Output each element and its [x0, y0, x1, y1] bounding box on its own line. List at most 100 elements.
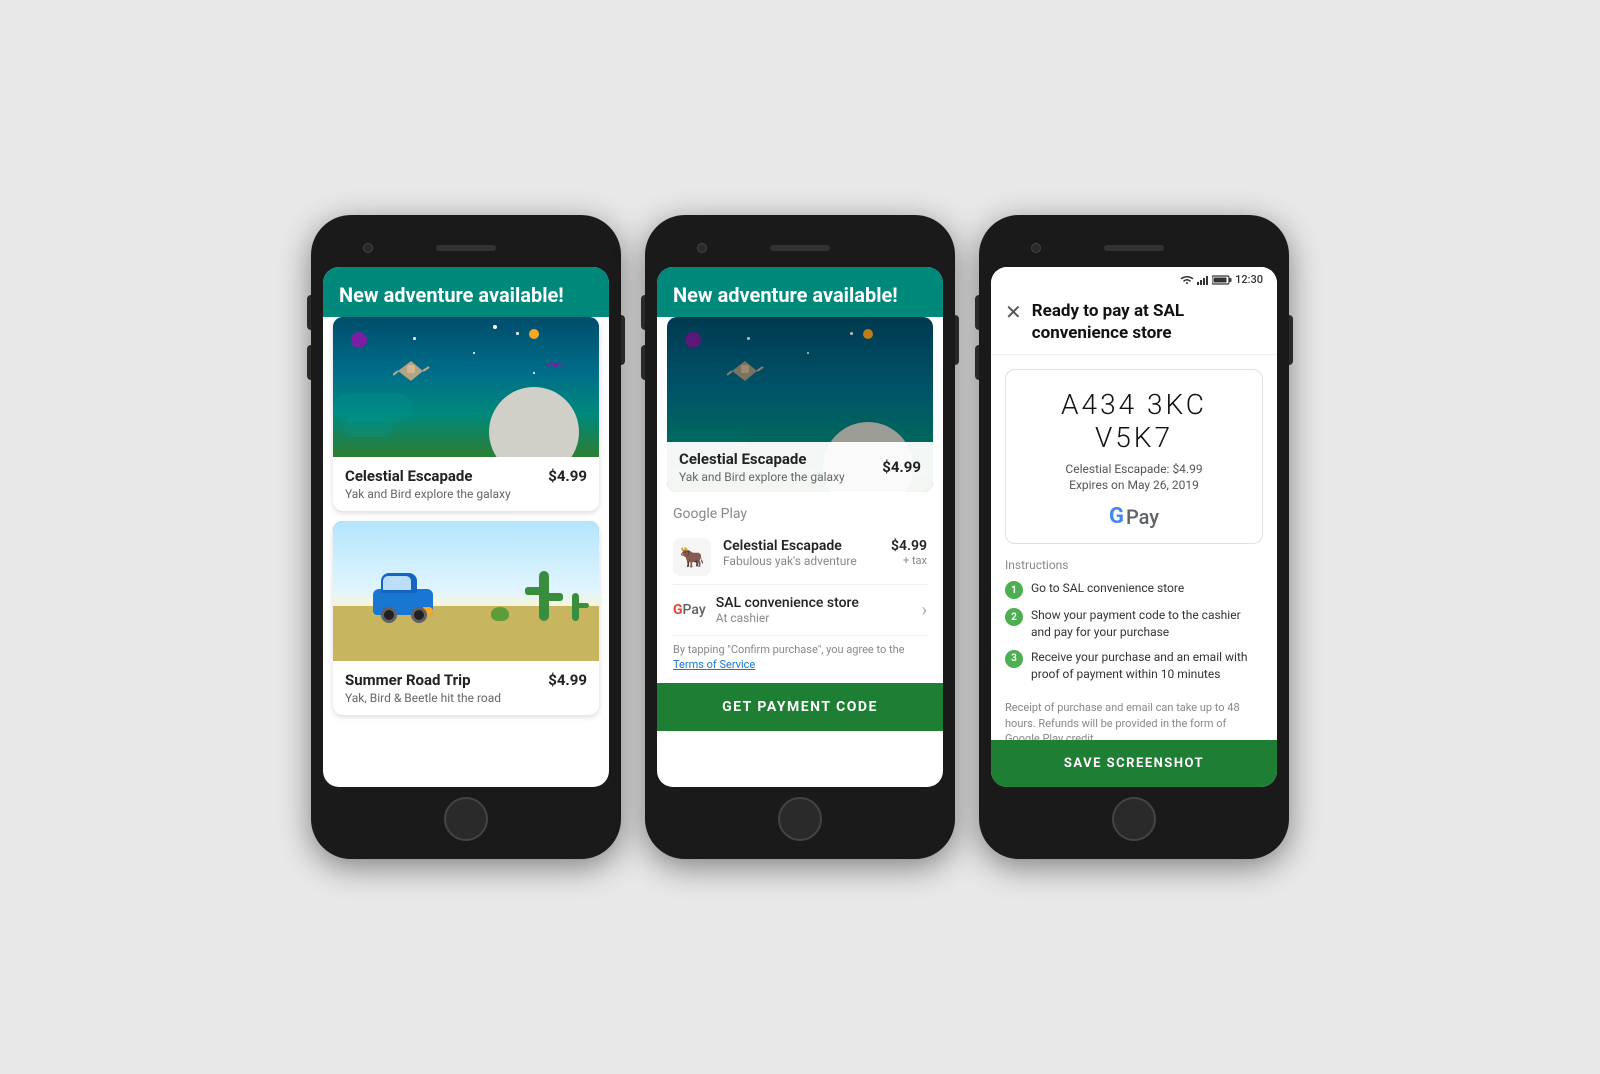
- screen2-header: New adventure available!: [657, 267, 943, 317]
- g-letter-icon: G: [673, 602, 683, 618]
- card-celestial-info: Celestial Escapade Yak and Bird explore …: [333, 457, 599, 511]
- sheet-item-sub: Fabulous yak's adventure: [723, 554, 879, 568]
- camera-icon: [363, 243, 373, 253]
- tos-link[interactable]: Terms of Service: [673, 658, 755, 671]
- code-description: Celestial Escapade: $4.99: [1020, 462, 1248, 476]
- wifi-icon: [1180, 275, 1194, 285]
- screen2-card-title: Celestial Escapade: [679, 450, 845, 468]
- card-roadtrip-info: Summer Road Trip Yak, Bird & Beetle hit …: [333, 661, 599, 715]
- star-icon: [413, 337, 416, 340]
- card-celestial-title: Celestial Escapade: [345, 467, 511, 485]
- card-roadtrip-text: Summer Road Trip Yak, Bird & Beetle hit …: [345, 671, 501, 705]
- screen1-header: New adventure available!: [323, 267, 609, 317]
- card-roadtrip-image: [333, 521, 599, 661]
- status-icons: 12:30: [1180, 273, 1263, 286]
- star-2: [807, 352, 809, 354]
- card-celestial[interactable]: Celestial Escapade Yak and Bird explore …: [333, 317, 599, 511]
- screen2-title: New adventure available!: [673, 283, 927, 307]
- yak-2: [727, 357, 765, 385]
- screen2-card-price: $4.99: [882, 458, 921, 476]
- camera-icon-3: [1031, 243, 1041, 253]
- screen3-header: ✕ Ready to pay at SAL convenience store: [991, 288, 1277, 355]
- sheet-item-tax: + tax: [891, 554, 927, 567]
- card-roadtrip-subtitle: Yak, Bird & Beetle hit the road: [345, 691, 501, 705]
- payment-code-card: A434 3KC V5K7 Celestial Escapade: $4.99 …: [1005, 369, 1263, 544]
- chevron-right-icon: ›: [922, 600, 927, 621]
- star-2: [747, 337, 750, 340]
- screen1-title: New adventure available!: [339, 283, 593, 307]
- desert-scene: [333, 521, 599, 661]
- app-icon: 🐂: [673, 538, 711, 576]
- step-1-text: Go to SAL convenience store: [1031, 580, 1184, 597]
- get-payment-code-button[interactable]: GET PAYMENT CODE: [657, 683, 943, 731]
- home-button-1[interactable]: [444, 797, 488, 841]
- phone-2-screen: New adventure available!: [657, 267, 943, 787]
- sheet-item-content: Celestial Escapade Fabulous yak's advent…: [723, 538, 879, 568]
- payment-code: A434 3KC V5K7: [1020, 388, 1248, 454]
- g-blue: G: [1109, 504, 1124, 529]
- home-btn-area-3: [991, 797, 1277, 841]
- camera-icon-2: [697, 243, 707, 253]
- star-icon: [533, 372, 535, 374]
- car-icon: [373, 589, 433, 615]
- speaker: [436, 245, 496, 251]
- step-1-badge: 1: [1005, 581, 1023, 599]
- battery-icon: [1212, 275, 1232, 285]
- phone-3-notch: [991, 233, 1277, 263]
- google-pay-logo: G Pay: [1020, 504, 1248, 529]
- sheet-item-row: 🐂 Celestial Escapade Fabulous yak's adve…: [657, 530, 943, 584]
- card-roadtrip[interactable]: Summer Road Trip Yak, Bird & Beetle hit …: [333, 521, 599, 715]
- home-btn-area-1: [323, 797, 609, 841]
- sheet-title: Google Play: [657, 492, 943, 530]
- phone-1-notch: [323, 233, 609, 263]
- phone-2-notch: [657, 233, 943, 263]
- instruction-1: 1 Go to SAL convenience store: [1005, 580, 1263, 599]
- gpay-row[interactable]: G Pay SAL convenience store At cashier ›: [657, 585, 943, 635]
- card-roadtrip-title: Summer Road Trip: [345, 671, 501, 689]
- pay-text: Pay: [683, 602, 706, 618]
- screen3-title: Ready to pay at SAL convenience store: [1032, 300, 1263, 344]
- home-button-3[interactable]: [1112, 797, 1156, 841]
- home-button-2[interactable]: [778, 797, 822, 841]
- close-button[interactable]: ✕: [1005, 302, 1022, 322]
- screen2-card[interactable]: Celestial Escapade Yak and Bird explore …: [667, 317, 933, 492]
- star-2: [850, 332, 853, 335]
- star-icon: [473, 352, 475, 354]
- planet-purple-icon: [351, 332, 367, 348]
- card-celestial-image: [333, 317, 599, 457]
- cloud-icon: [343, 417, 393, 437]
- save-screenshot-button[interactable]: SAVE SCREENSHOT: [991, 740, 1277, 787]
- sheet-item-name: Celestial Escapade: [723, 538, 879, 554]
- screen2-card-subtitle: Yak and Bird explore the galaxy: [679, 470, 845, 484]
- tos-text: By tapping "Confirm purchase", you agree…: [657, 636, 943, 683]
- cactus-icon: [572, 593, 579, 621]
- card-celestial-price: $4.99: [548, 467, 587, 485]
- step-3-text: Receive your purchase and an email with …: [1031, 649, 1263, 683]
- instructions-section: Instructions 1 Go to SAL convenience sto…: [991, 552, 1277, 696]
- bird-icon: [546, 359, 564, 373]
- bottom-sheet: Google Play 🐂 Celestial Escapade Fabulou…: [657, 492, 943, 731]
- status-time: 12:30: [1235, 273, 1263, 286]
- home-btn-area-2: [657, 797, 943, 841]
- phone-1-screen: New adventure available!: [323, 267, 609, 787]
- screen2-card-text: Celestial Escapade Yak and Bird explore …: [679, 450, 845, 484]
- g-logo-letter: G: [1109, 504, 1124, 529]
- phone-1: New adventure available!: [311, 215, 621, 859]
- moon-icon: [489, 387, 579, 457]
- screen2-card-info: Celestial Escapade Yak and Bird explore …: [667, 442, 933, 492]
- code-expiry: Expires on May 26, 2019: [1020, 478, 1248, 492]
- gpay-mini-logo: G Pay: [673, 602, 706, 618]
- planet-yellow-2: [863, 329, 873, 339]
- signal-icon: [1197, 275, 1209, 285]
- status-bar: 12:30: [991, 267, 1277, 288]
- step-2-badge: 2: [1005, 608, 1023, 626]
- star-icon: [493, 325, 497, 329]
- phone-3: 12:30 ✕ Ready to pay at SAL convenience …: [979, 215, 1289, 859]
- card-roadtrip-price: $4.99: [548, 671, 587, 689]
- star-icon: [516, 332, 519, 335]
- gpay-store-name: SAL convenience store: [716, 595, 912, 611]
- sheet-item-price: $4.99: [891, 538, 927, 554]
- cactus-icon: [539, 571, 549, 621]
- phone-3-screen: 12:30 ✕ Ready to pay at SAL convenience …: [991, 267, 1277, 787]
- sheet-item-price-block: $4.99 + tax: [891, 538, 927, 567]
